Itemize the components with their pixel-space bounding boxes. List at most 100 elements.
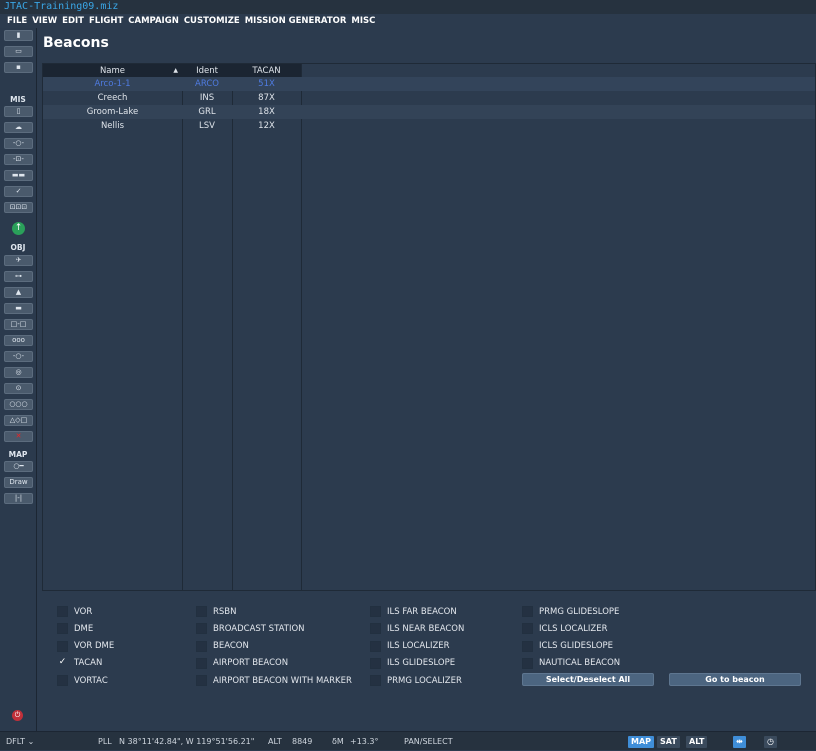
filter-dme-checkbox[interactable]: DME	[57, 623, 94, 635]
filter-ils-glideslope-checkbox[interactable]: ILS GLIDESLOPE	[370, 657, 455, 669]
filter-vortac-checkbox[interactable]: VORTAC	[57, 675, 108, 687]
checkbox-box[interactable]	[57, 623, 68, 635]
ruler-icon[interactable]: |-|	[4, 493, 33, 504]
checkbox-box[interactable]	[57, 606, 68, 617]
filter-prmg-localizer-checkbox[interactable]: PRMG LOCALIZER	[370, 675, 462, 687]
flag-button[interactable]: ▬▬	[4, 170, 33, 181]
filter-broadcast-station-checkbox[interactable]: BROADCAST STATION	[196, 623, 305, 635]
waypoint-icon[interactable]: -○-	[4, 351, 33, 362]
filter-airport-beacon-checkbox[interactable]: AIRPORT BEACON	[196, 657, 288, 669]
delete-icon[interactable]: ✕	[4, 431, 33, 442]
group-icon[interactable]: ○○○	[4, 399, 33, 410]
altitude: 8849	[292, 737, 313, 746]
sat-view-button[interactable]: SAT	[657, 736, 680, 748]
filter-label: PRMG LOCALIZER	[387, 675, 462, 686]
map-view-button[interactable]: MAP	[628, 736, 655, 748]
checkbox-box[interactable]: ✓	[57, 657, 68, 669]
checkbox-box[interactable]	[522, 623, 533, 635]
train-icon[interactable]: ooo	[4, 335, 33, 346]
checkbox-box[interactable]	[196, 606, 207, 617]
triggers-button[interactable]: ⊡⊡⊡	[4, 202, 33, 213]
filter-icls-localizer-checkbox[interactable]: ICLS LOCALIZER	[522, 623, 608, 635]
menu-flight[interactable]: FLIGHT	[89, 14, 123, 28]
menu-mission-generator[interactable]: MISSION GENERATOR	[245, 14, 347, 28]
checkbox-box[interactable]	[370, 675, 381, 687]
static-object-icon[interactable]: □-□	[4, 319, 33, 330]
filter-vor-dme-checkbox[interactable]: VOR DME	[57, 640, 114, 652]
filter-ils-near-beacon-checkbox[interactable]: ILS NEAR BEACON	[370, 623, 464, 635]
point-icon[interactable]: ⊙	[4, 383, 33, 394]
filter-beacon-checkbox[interactable]: BEACON	[196, 640, 249, 652]
filter-nautical-beacon-checkbox[interactable]: NAUTICAL BEACON	[522, 657, 620, 669]
menu-bar: FILE VIEW EDIT FLIGHT CAMPAIGN CUSTOMIZE…	[0, 14, 816, 28]
filter-ils-localizer-checkbox[interactable]: ILS LOCALIZER	[370, 640, 450, 652]
key-icon[interactable]: ○━	[4, 461, 33, 472]
helicopter-icon[interactable]: ⊶	[4, 271, 33, 282]
exit-icon[interactable]: ⏻	[12, 710, 23, 721]
upload-arrow-icon[interactable]: ↑	[12, 222, 25, 235]
briefing-button[interactable]: ▯	[4, 106, 33, 117]
checkbox-box[interactable]	[196, 657, 207, 669]
filter-tacan-checkbox[interactable]: ✓ TACAN	[57, 657, 103, 669]
airplane-icon[interactable]: ✈	[4, 255, 33, 266]
filter-label: VOR	[74, 606, 93, 617]
filter-rsbn-checkbox[interactable]: RSBN	[196, 606, 237, 617]
menu-file[interactable]: FILE	[7, 14, 27, 28]
filter-prmg-glideslope-checkbox[interactable]: PRMG GLIDESLOPE	[522, 606, 619, 617]
go-to-beacon-button[interactable]: Go to beacon	[669, 673, 801, 686]
zone-icon[interactable]: ◎	[4, 367, 33, 378]
filter-icls-glideslope-checkbox[interactable]: ICLS GLIDESLOPE	[522, 640, 613, 652]
select-deselect-all-button[interactable]: Select/Deselect All	[522, 673, 654, 686]
filter-vor-checkbox[interactable]: VOR	[57, 606, 92, 617]
menu-campaign[interactable]: CAMPAIGN	[128, 14, 179, 28]
vehicle-icon[interactable]: ▬	[4, 303, 33, 314]
mis-label: MIS	[10, 95, 26, 104]
checkbox-box[interactable]	[370, 623, 381, 635]
mode: PAN/SELECT	[404, 737, 453, 746]
table-row[interactable]: Nellis LSV 12X	[43, 119, 815, 133]
table-row[interactable]: Arco-1-1 ARCO 51X	[43, 77, 815, 91]
filter-ils-far-beacon-checkbox[interactable]: ILS FAR BEACON	[370, 606, 457, 617]
checkbox-box[interactable]	[196, 623, 207, 635]
checkbox-box[interactable]	[57, 675, 68, 687]
menu-edit[interactable]: EDIT	[62, 14, 84, 28]
trigger-zone-button[interactable]: -○-	[4, 138, 33, 149]
column-ident[interactable]: Ident	[182, 64, 232, 77]
ship-icon[interactable]: ▲	[4, 287, 33, 298]
checkbox-box[interactable]	[196, 640, 207, 652]
checkbox-box[interactable]	[370, 657, 381, 669]
table-row[interactable]: Creech INS 87X	[43, 91, 815, 105]
menu-view[interactable]: VIEW	[32, 14, 57, 28]
alt-view-button[interactable]: ALT	[686, 736, 708, 748]
filter-airport-beacon-with-marker-checkbox[interactable]: AIRPORT BEACON WITH MARKER	[196, 675, 352, 687]
target-button[interactable]: -⊡-	[4, 154, 33, 165]
sidebar: ▮ ▭ ▪ MIS ▯ ☁ -○- -⊡- ▬▬ ✓ ⊡⊡⊡ ↑ OBJ ✈ ⊶…	[0, 28, 37, 731]
checkbox-box[interactable]	[196, 675, 207, 687]
menu-customize[interactable]: CUSTOMIZE	[184, 14, 240, 28]
filter-label: DME	[74, 623, 94, 634]
window-title: JTAC-Training09.miz	[0, 0, 816, 14]
table-row[interactable]: Groom-Lake GRL 18X	[43, 105, 815, 119]
map-options-icon[interactable]: ⇹	[733, 736, 746, 748]
clock-icon[interactable]: ◷	[764, 736, 777, 748]
shapes-icon[interactable]: △◇□	[4, 415, 33, 426]
checkbox-box[interactable]	[522, 606, 533, 617]
open-file-button[interactable]: ▭	[4, 46, 33, 57]
checkbox-box[interactable]	[370, 640, 381, 652]
new-file-button[interactable]: ▮	[4, 30, 33, 41]
checkbox-box[interactable]	[522, 640, 533, 652]
check-icon[interactable]: ✓	[4, 186, 33, 197]
column-tacan[interactable]: TACAN	[232, 64, 301, 77]
checkbox-box[interactable]	[57, 640, 68, 652]
profile-dropdown[interactable]: DFLT ⌄	[6, 732, 34, 751]
chevron-down-icon: ⌄	[27, 737, 35, 746]
draw-button[interactable]: Draw	[4, 477, 33, 488]
filter-label: TACAN	[74, 658, 103, 669]
checkbox-box[interactable]	[370, 606, 381, 617]
menu-misc[interactable]: MISC	[351, 14, 375, 28]
checkbox-box[interactable]	[522, 657, 533, 669]
column-name[interactable]: Name ▲	[43, 64, 182, 77]
beacon-table: Name ▲ Ident TACAN Arco-1-1 ARCO 51X Creech…	[42, 63, 816, 591]
save-file-button[interactable]: ▪	[4, 62, 33, 73]
weather-icon[interactable]: ☁	[4, 122, 33, 133]
